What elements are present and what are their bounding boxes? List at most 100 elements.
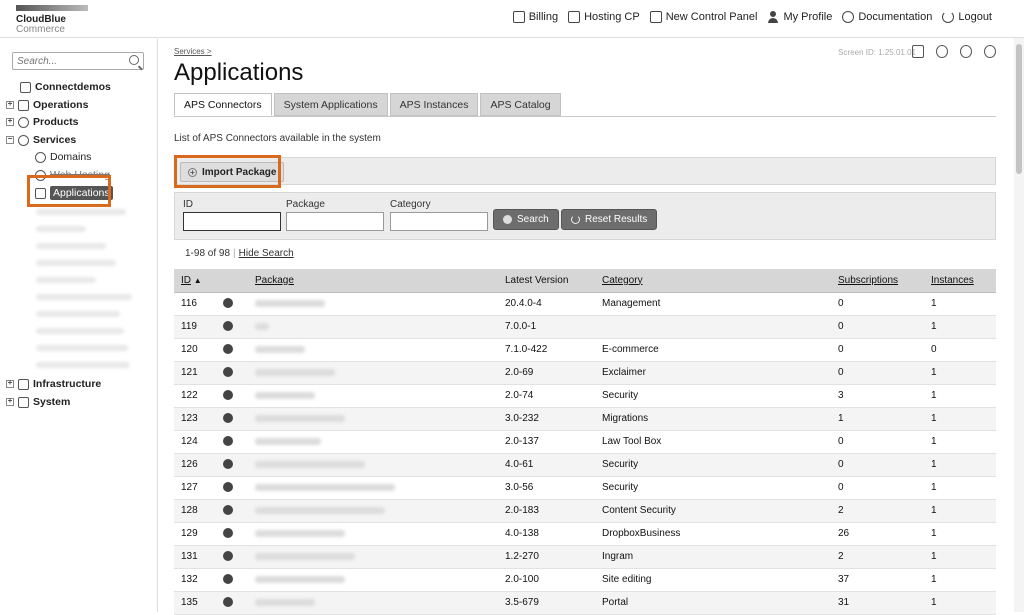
new-control-panel-link[interactable]: New Control Panel [649,11,758,23]
redacted-package-name[interactable] [255,299,325,307]
redacted-package-name[interactable] [255,460,365,468]
col-subscriptions-label[interactable]: Subscriptions [838,275,898,286]
redacted-package-name[interactable] [255,322,269,330]
redacted-item [36,260,116,266]
col-id[interactable]: ID ▲ [174,269,216,293]
breadcrumb[interactable]: Services > [174,47,212,56]
cell-package[interactable] [248,292,498,316]
redacted-package-name[interactable] [255,414,345,422]
col-subscriptions[interactable]: Subscriptions [831,269,924,293]
package-filter-input[interactable] [286,212,384,231]
expand-icon[interactable]: + [6,398,14,406]
sidebar-item-services[interactable]: − Services [6,134,76,146]
cell-category: Migrations [595,407,831,431]
col-package[interactable]: Package [248,269,498,293]
cell-id: 129 [174,522,216,546]
redacted-package-name[interactable] [255,506,385,514]
table-row[interactable]: 126 4.0-61 Security 0 1 [174,453,996,477]
col-category-label[interactable]: Category [602,275,643,286]
cell-icon [216,453,248,477]
breadcrumb-services[interactable]: Services [174,47,205,56]
sidebar-item-operations[interactable]: + Operations [6,99,88,111]
tab-system-applications[interactable]: System Applications [273,93,388,116]
documentation-link[interactable]: Documentation [842,11,932,23]
search-button[interactable]: Search [493,209,559,230]
cell-package[interactable] [248,338,498,362]
table-row[interactable]: 116 20.4.0-4 Management 0 1 [174,292,996,316]
table-row[interactable]: 119 7.0.0-1 0 1 [174,315,996,339]
col-package-label[interactable]: Package [255,275,294,286]
table-row[interactable]: 127 3.0-56 Security 0 1 [174,476,996,500]
hosting-cp-label: Hosting CP [584,11,640,23]
redacted-package-name[interactable] [255,529,345,537]
redacted-package-name[interactable] [255,368,335,376]
sidebar-item-infrastructure[interactable]: + Infrastructure [6,378,101,390]
vertical-scrollbar[interactable] [1014,38,1024,612]
cell-package[interactable] [248,384,498,408]
cell-package[interactable] [248,499,498,523]
hosting-cp-link[interactable]: Hosting CP [568,11,640,23]
logout-link[interactable]: Logout [942,11,992,23]
cell-package[interactable] [248,545,498,569]
cell-package[interactable] [248,591,498,615]
table-row[interactable]: 120 7.1.0-422 E-commerce 0 0 [174,338,996,362]
expand-icon[interactable]: + [6,380,14,388]
tab-aps-connectors[interactable]: APS Connectors [174,93,272,116]
col-category[interactable]: Category [595,269,831,293]
category-filter-input[interactable] [390,212,488,231]
tab-aps-catalog[interactable]: APS Catalog [480,93,561,116]
table-row[interactable]: 131 1.2-270 Ingram 2 1 [174,545,996,569]
table-row[interactable]: 121 2.0-69 Exclaimer 0 1 [174,361,996,385]
redacted-package-name[interactable] [255,552,355,560]
cell-package[interactable] [248,361,498,385]
cloudblue-logo[interactable]: CloudBlue Commerce [16,5,96,35]
col-instances[interactable]: Instances [924,269,996,293]
cell-subscriptions: 0 [831,430,924,454]
sidebar-item-connectdemos[interactable]: Connectdemos [20,81,111,93]
table-row[interactable]: 135 3.5-679 Portal 31 1 [174,591,996,615]
id-filter-input[interactable] [183,212,281,231]
sidebar-item-products[interactable]: + Products [6,116,79,128]
sidebar-item-domains[interactable]: Domains [35,151,91,163]
cell-package[interactable] [248,476,498,500]
scrollbar-thumb[interactable] [1016,44,1022,174]
cell-package[interactable] [248,315,498,339]
search-icon[interactable] [129,55,139,65]
cell-package[interactable] [248,522,498,546]
refresh-icon[interactable] [984,45,996,58]
table-row[interactable]: 122 2.0-74 Security 3 1 [174,384,996,408]
col-id-label[interactable]: ID [181,275,191,286]
my-profile-link[interactable]: My Profile [767,11,832,23]
new-control-panel-label: New Control Panel [665,11,758,23]
help-icon[interactable] [936,45,948,58]
cell-package[interactable] [248,453,498,477]
table-row[interactable]: 129 4.0-138 DropboxBusiness 26 1 [174,522,996,546]
table-row[interactable]: 123 3.0-232 Migrations 1 1 [174,407,996,431]
cell-icon [216,384,248,408]
redacted-package-name[interactable] [255,598,315,606]
reset-results-button[interactable]: Reset Results [561,209,658,230]
hide-search-link[interactable]: Hide Search [239,248,294,259]
billing-link[interactable]: Billing [512,11,558,23]
cell-package[interactable] [248,430,498,454]
table-row[interactable]: 132 2.0-100 Site editing 37 1 [174,568,996,592]
sidebar-search-input[interactable] [13,53,123,69]
redacted-package-name[interactable] [255,437,321,445]
cell-package[interactable] [248,407,498,431]
table-row[interactable]: 128 2.0-183 Content Security 2 1 [174,499,996,523]
redacted-package-name[interactable] [255,391,315,399]
sidebar-item-system[interactable]: + System [6,396,70,408]
star-icon[interactable] [960,45,972,58]
table-row[interactable]: 124 2.0-137 Law Tool Box 0 1 [174,430,996,454]
cell-package[interactable] [248,568,498,592]
redacted-package-name[interactable] [255,575,345,583]
expand-icon[interactable]: + [6,118,14,126]
cell-latest-version: 3.5-679 [498,591,595,615]
tab-aps-instances[interactable]: APS Instances [389,93,479,116]
expand-icon[interactable]: + [6,101,14,109]
redacted-package-name[interactable] [255,483,395,491]
tablet-icon[interactable] [912,45,924,58]
collapse-icon[interactable]: − [6,136,14,144]
redacted-package-name[interactable] [255,345,305,353]
col-instances-label[interactable]: Instances [931,275,974,286]
